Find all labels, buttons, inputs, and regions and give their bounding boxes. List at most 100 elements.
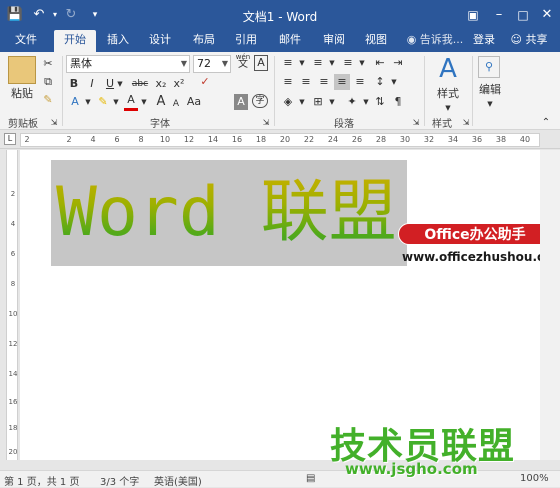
close-icon[interactable]: ✕ (538, 6, 556, 24)
superscript-icon[interactable]: x² (172, 76, 186, 92)
styles-launcher-icon[interactable]: ⇲ (462, 115, 470, 131)
maximize-icon[interactable]: □ (514, 6, 532, 24)
chinese-layout-icon[interactable]: ✦ (344, 94, 360, 110)
word-count[interactable]: 3/3 个字 (100, 473, 139, 488)
font-color-dropdown-icon[interactable]: ▼ (140, 94, 148, 110)
clear-formatting-icon[interactable]: ✓ (196, 74, 214, 90)
styles-dropdown-icon[interactable]: ▼ (444, 100, 452, 116)
wordart-text[interactable]: Word 联盟 (51, 160, 407, 266)
borders-icon[interactable]: ⊞ (310, 94, 326, 110)
font-launcher-icon[interactable]: ⇲ (262, 115, 270, 131)
site-badge-url: www.officezhushou.com (402, 250, 560, 264)
vertical-scrollbar[interactable] (540, 150, 560, 460)
bold-icon[interactable]: B (68, 76, 80, 92)
underline-icon[interactable]: U (104, 76, 116, 92)
styles-icon[interactable]: A (434, 54, 462, 84)
tab-home[interactable]: 开始 (54, 30, 96, 52)
collapse-ribbon-icon[interactable]: ⌃ (540, 115, 552, 131)
grow-font-icon[interactable]: A (154, 94, 168, 110)
tell-me-placeholder: 告诉我... (419, 33, 464, 46)
align-left-icon[interactable]: ≡ (280, 74, 296, 90)
increase-indent-icon[interactable]: ⇥ (390, 55, 406, 71)
chevron-down-icon: ▼ (180, 59, 187, 68)
watermark-url: www.jsgho.com (345, 460, 478, 478)
ribbon-display-options-icon[interactable]: ▣ (464, 6, 482, 24)
underline-dropdown-icon[interactable]: ▼ (116, 76, 124, 92)
phonetic-guide-button[interactable]: wén 文 (234, 53, 252, 70)
tab-selector-icon[interactable]: L (4, 133, 16, 145)
tab-layout[interactable]: 布局 (186, 30, 222, 52)
font-size-select[interactable]: 72 ▼ (193, 55, 231, 73)
paste-icon[interactable] (8, 56, 36, 84)
zoom-level[interactable]: 100% (520, 473, 549, 484)
tab-insert[interactable]: 插入 (100, 30, 136, 52)
tab-mailings[interactable]: 邮件 (272, 30, 308, 52)
line-spacing-dropdown-icon[interactable]: ▼ (390, 74, 398, 90)
tab-references[interactable]: 引用 (228, 30, 264, 52)
wordart-cjk: 联盟 (260, 173, 397, 252)
vertical-ruler[interactable]: 2 4 6 8 10 12 14 16 18 20 (0, 150, 20, 460)
multilevel-dropdown-icon[interactable]: ▼ (358, 55, 366, 71)
tab-review[interactable]: 审阅 (316, 30, 352, 52)
shrink-font-icon[interactable]: A (170, 96, 182, 112)
distributed-icon[interactable]: ≡ (352, 74, 368, 90)
align-center-icon[interactable]: ≡ (298, 74, 314, 90)
shading-icon[interactable]: ◈ (280, 94, 296, 110)
clipboard-launcher-icon[interactable]: ⇲ (50, 115, 58, 131)
multilevel-list-icon[interactable]: ≡ (340, 55, 356, 71)
italic-icon[interactable]: I (86, 76, 98, 92)
share-button[interactable]: ☺ 共享 (504, 30, 554, 52)
tell-me-search[interactable]: ◉ 告诉我... (402, 30, 468, 52)
ruler-tick: 38 (495, 135, 507, 144)
tab-file[interactable]: 文件 (4, 30, 48, 52)
bullets-icon[interactable]: ≡ (280, 55, 296, 71)
sort-icon[interactable]: ⇅ (372, 94, 388, 110)
page-count[interactable]: 第 1 页，共 1 页 (4, 473, 79, 488)
character-shading-icon[interactable]: A (234, 94, 248, 110)
minimize-icon[interactable]: – (490, 6, 508, 24)
bullets-dropdown-icon[interactable]: ▼ (298, 55, 306, 71)
chinese-layout-dropdown-icon[interactable]: ▼ (362, 94, 370, 110)
editing-dropdown-icon[interactable]: ▼ (486, 96, 494, 112)
tab-view[interactable]: 视图 (358, 30, 394, 52)
read-mode-icon[interactable]: ▤ (306, 473, 315, 484)
line-spacing-icon[interactable]: ↕ (372, 74, 388, 90)
cut-icon[interactable]: ✂ (40, 56, 56, 72)
ruler-tick: 12 (183, 135, 195, 144)
ruler-tick: 36 (471, 135, 483, 144)
paragraph-launcher-icon[interactable]: ⇲ (412, 115, 420, 131)
highlight-icon[interactable]: ✎ (96, 94, 110, 110)
language-indicator[interactable]: 英语(美国) (154, 473, 202, 488)
highlight-dropdown-icon[interactable]: ▼ (112, 94, 120, 110)
separator (274, 56, 275, 126)
strikethrough-icon[interactable]: abc (130, 76, 150, 92)
character-border-button[interactable]: A (254, 55, 268, 71)
justify-icon[interactable]: ≡ (334, 74, 350, 90)
vruler-tick: 2 (10, 190, 16, 198)
subscript-icon[interactable]: x₂ (154, 76, 168, 92)
text-effects-dropdown-icon[interactable]: ▼ (84, 94, 92, 110)
font-color-icon[interactable]: A (124, 92, 138, 111)
login-link[interactable]: 登录 (470, 30, 498, 52)
format-painter-icon[interactable]: ✎ (40, 92, 56, 108)
change-case-icon[interactable]: Aa (186, 94, 202, 110)
text-effects-icon[interactable]: A (68, 94, 82, 110)
paste-label[interactable]: 粘贴 (8, 86, 36, 102)
shading-dropdown-icon[interactable]: ▼ (298, 94, 306, 110)
find-icon[interactable]: ⚲ (478, 56, 500, 78)
decrease-indent-icon[interactable]: ⇤ (372, 55, 388, 71)
enclose-characters-icon[interactable]: 字 (252, 94, 268, 108)
ruler-tick: 2 (24, 135, 30, 144)
group-label-styles: 样式 (432, 119, 452, 130)
numbering-icon[interactable]: ≡ (310, 55, 326, 71)
show-marks-icon[interactable]: ¶ (390, 94, 406, 110)
tab-design[interactable]: 设计 (142, 30, 178, 52)
separator (472, 56, 473, 126)
numbering-dropdown-icon[interactable]: ▼ (328, 55, 336, 71)
ruler-tick: 32 (423, 135, 435, 144)
align-right-icon[interactable]: ≡ (316, 74, 332, 90)
font-family-select[interactable]: 黑体 ▼ (66, 55, 190, 73)
horizontal-ruler[interactable]: L 2 2 4 6 8 10 12 14 16 18 20 22 24 26 2… (0, 131, 560, 149)
borders-dropdown-icon[interactable]: ▼ (328, 94, 336, 110)
copy-icon[interactable]: ⧉ (40, 74, 56, 90)
